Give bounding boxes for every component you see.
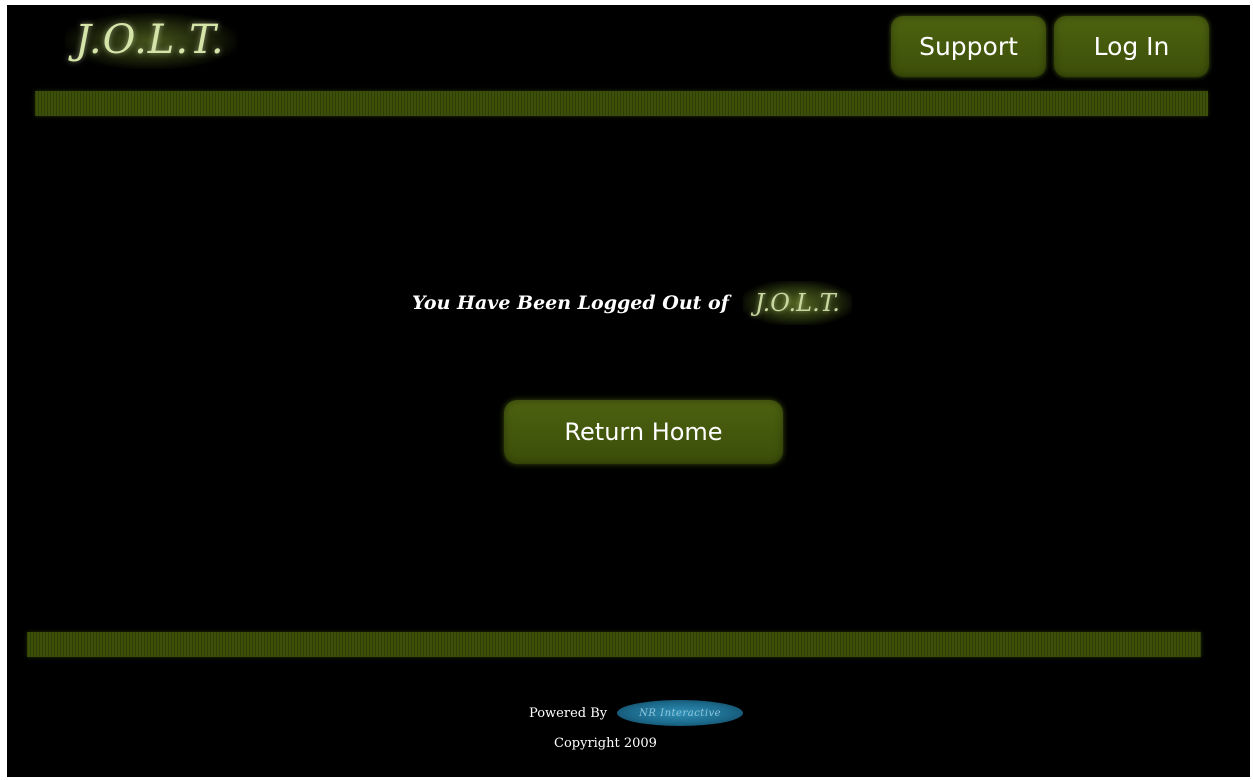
jolt-logo[interactable]: J.O.L.T. — [65, 13, 237, 69]
inline-jolt-logo: J.O.L.T. — [742, 281, 852, 325]
login-button[interactable]: Log In — [1054, 16, 1209, 77]
partner-logo-text: NR Interactive — [639, 707, 722, 719]
powered-by-label: Powered By — [529, 705, 608, 721]
logout-message-row: You Have Been Logged Out of J.O.L.T. — [412, 275, 852, 331]
partner-logo[interactable]: NR Interactive — [617, 700, 744, 726]
logout-message: You Have Been Logged Out of — [412, 292, 729, 314]
return-home-button[interactable]: Return Home — [504, 400, 783, 464]
footer-divider — [27, 632, 1201, 657]
support-button[interactable]: Support — [891, 16, 1046, 77]
header-divider — [35, 91, 1208, 116]
app-screen: J.O.L.T. Support Log In You Have Been Lo… — [7, 5, 1250, 777]
copyright-text: Copyright 2009 — [554, 736, 657, 751]
powered-by-row: Powered By NR Interactive — [529, 700, 744, 726]
